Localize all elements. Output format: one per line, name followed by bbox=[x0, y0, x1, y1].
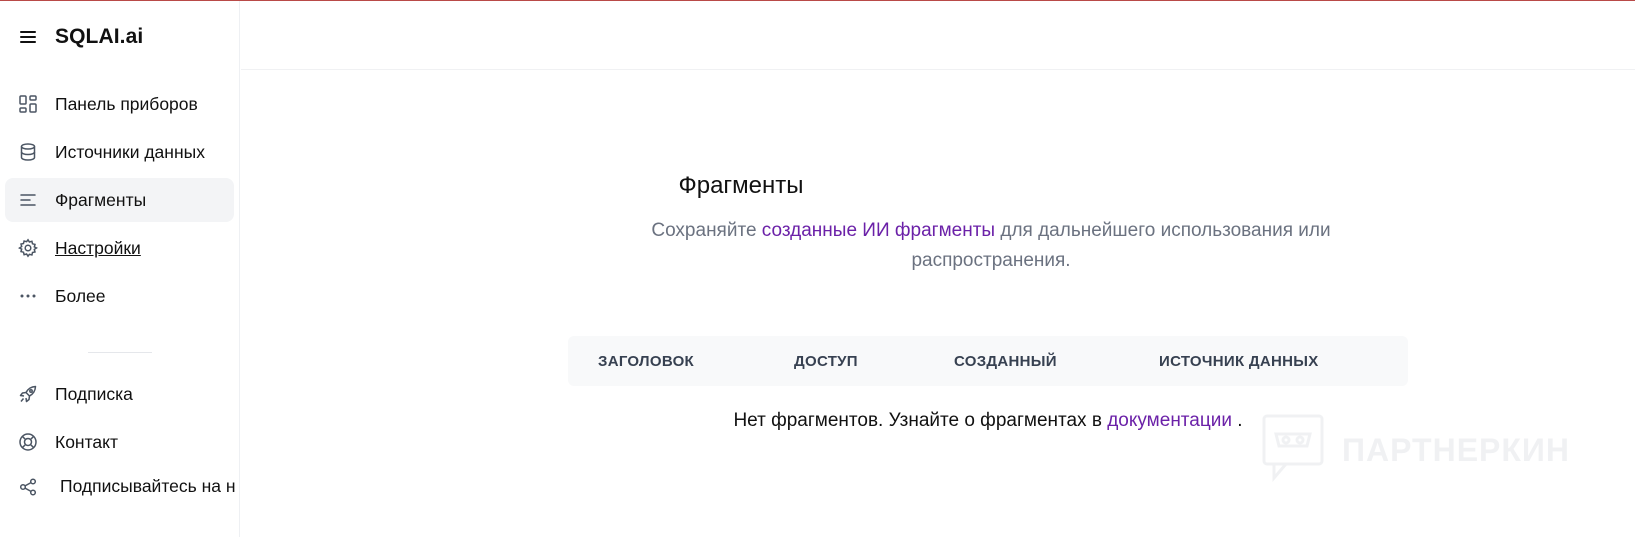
sidebar-item-label: Панель приборов bbox=[55, 93, 198, 114]
sidebar-item-dashboard[interactable]: Панель приборов bbox=[5, 82, 234, 126]
sidebar-item-label: Источники данных bbox=[55, 141, 205, 162]
sidebar-item-label: Контакт bbox=[55, 431, 119, 452]
documentation-link[interactable]: документации bbox=[1107, 410, 1232, 431]
sidebar-item-label: Фрагменты bbox=[55, 189, 147, 210]
column-header-created[interactable]: СОЗДАННЫЙ bbox=[954, 353, 1057, 370]
watermark-logo-icon bbox=[1262, 414, 1324, 487]
app-title[interactable]: SQLAI.ai bbox=[55, 25, 143, 49]
database-icon bbox=[18, 142, 38, 162]
sidebar: SQLAI.ai Панель приборов Источники данны… bbox=[0, 1, 240, 537]
empty-text: Нет фрагментов. Узнайте о фрагментах в bbox=[733, 410, 1108, 431]
list-icon bbox=[18, 190, 38, 210]
rocket-icon bbox=[18, 384, 38, 404]
lifebuoy-icon bbox=[18, 432, 38, 452]
sidebar-item-label: Подписка bbox=[55, 383, 133, 404]
column-header-access[interactable]: ДОСТУП bbox=[794, 353, 858, 370]
page-subtitle: Сохраняйте созданные ИИ фрагменты для да… bbox=[601, 216, 1381, 276]
sidebar-item-follow[interactable]: Подписывайтесь на н bbox=[5, 465, 240, 509]
watermark-text: ПАРТНЕРКИН bbox=[1342, 431, 1571, 468]
sidebar-item-more[interactable]: Более bbox=[5, 274, 234, 318]
ai-snippets-link[interactable]: созданные ИИ фрагменты bbox=[762, 220, 995, 241]
sidebar-item-subscription[interactable]: Подписка bbox=[5, 372, 234, 416]
sidebar-item-settings[interactable]: Настройки bbox=[5, 226, 234, 270]
sidebar-item-label: Подписывайтесь на н bbox=[60, 476, 236, 496]
hamburger-menu-icon[interactable] bbox=[18, 27, 38, 47]
page-title: Фрагменты bbox=[678, 172, 804, 199]
snippets-table-header: ЗАГОЛОВОК ДОСТУП СОЗДАННЫЙ ИСТОЧНИК ДАНН… bbox=[568, 336, 1408, 386]
watermark: ПАРТНЕРКИН bbox=[1262, 414, 1592, 486]
sidebar-item-contact[interactable]: Контакт bbox=[5, 420, 234, 464]
sidebar-divider bbox=[88, 352, 152, 353]
sidebar-item-snippets[interactable]: Фрагменты bbox=[5, 178, 234, 222]
column-header-title[interactable]: ЗАГОЛОВОК bbox=[598, 353, 694, 370]
brand: SQLAI.ai bbox=[18, 25, 143, 49]
empty-text: . bbox=[1231, 410, 1243, 431]
share-icon bbox=[18, 477, 38, 497]
column-header-data-source[interactable]: ИСТОЧНИК ДАННЫХ bbox=[1159, 353, 1319, 370]
gear-icon bbox=[17, 238, 39, 258]
subtitle-text: Сохраняйте bbox=[651, 220, 762, 241]
more-icon bbox=[18, 286, 38, 306]
dashboard-icon bbox=[18, 94, 38, 114]
sidebar-item-label: Настройки bbox=[55, 237, 141, 258]
sidebar-item-label: Более bbox=[55, 285, 106, 306]
top-bar bbox=[241, 1, 1635, 70]
sidebar-item-data-sources[interactable]: Источники данных bbox=[5, 130, 234, 174]
